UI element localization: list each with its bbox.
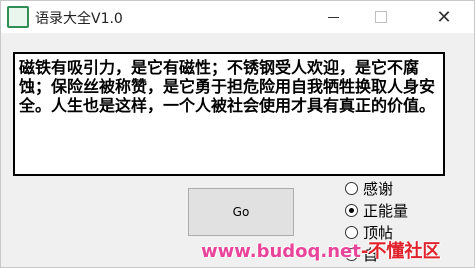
go-button[interactable]: Go	[188, 188, 294, 236]
minimize-icon	[327, 16, 339, 18]
radio-positive-energy[interactable]: 正能量	[345, 199, 408, 221]
watermark-suffix: -不懂社区	[360, 241, 441, 262]
watermark: www.budoq.net-不懂社区	[201, 237, 440, 263]
maximize-icon	[375, 11, 387, 23]
radio-circle-checked[interactable]	[345, 203, 358, 217]
title-bar[interactable]: 语录大全V1.0 ✕	[1, 1, 474, 33]
watermark-site: www.budoq.net	[201, 241, 361, 262]
close-icon: ✕	[436, 6, 452, 28]
quote-text-box[interactable]: 磁铁有吸引力，是它有磁性；不锈钢受人欢迎，是它不腐蚀；保险丝被称赞，是它勇于担危…	[13, 52, 445, 176]
radio-label: 正能量	[363, 201, 409, 220]
close-button[interactable]: ✕	[421, 1, 467, 33]
app-window: 语录大全V1.0 ✕ 磁铁有吸引力，是它有磁性；不锈钢受人欢迎，是它不腐蚀；保险…	[0, 0, 475, 268]
window-title: 语录大全V1.0	[35, 11, 123, 27]
radio-circle[interactable]	[345, 181, 358, 195]
maximize-button[interactable]	[358, 1, 404, 33]
radio-label: 感谢	[363, 179, 394, 198]
radio-thanks[interactable]: 感谢	[345, 177, 408, 199]
minimize-button[interactable]	[310, 1, 356, 33]
app-icon	[7, 6, 29, 28]
